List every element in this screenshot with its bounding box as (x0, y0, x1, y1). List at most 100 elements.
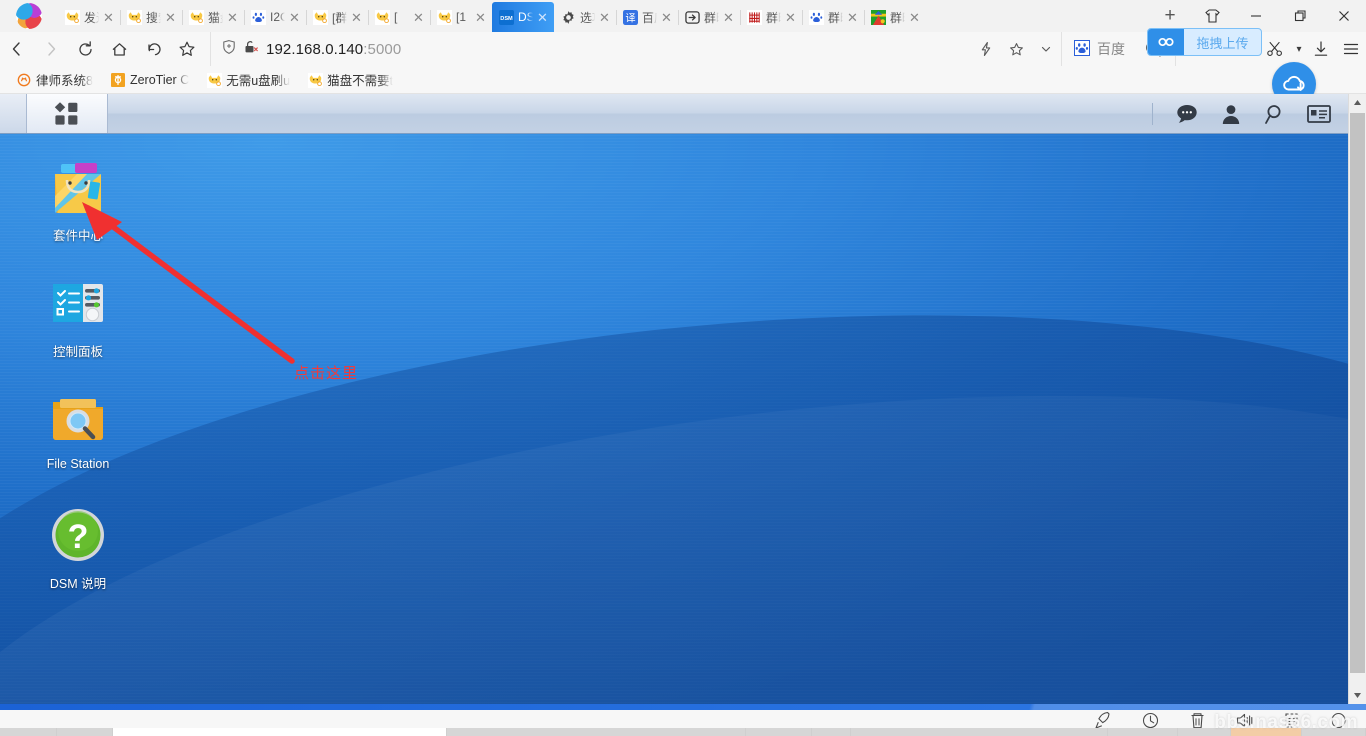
cat-yellow-icon (308, 72, 324, 88)
hamburger-menu-icon[interactable] (1336, 32, 1366, 66)
tab-title: [群 (332, 10, 347, 25)
tab-close-icon[interactable]: ✕ (475, 11, 488, 24)
tab-close-icon[interactable]: ✕ (289, 11, 302, 24)
taskbar-thumbnail[interactable] (0, 728, 57, 736)
search-icon[interactable] (1255, 94, 1295, 133)
download-icon[interactable] (1306, 32, 1336, 66)
tray-separator (1152, 102, 1153, 125)
browser-window: 发送✕搜索✕猫盘✕I2C✕[群✕[✕[1✕DSMDS✕选项✕译百度✕群晖✕群晖✕… (0, 0, 1366, 736)
user-account-icon[interactable] (1211, 94, 1251, 133)
dsm-icon: DSM (499, 9, 514, 25)
desktop-icon-package-center[interactable]: 套件中心 (18, 156, 138, 244)
omnibox-actions (971, 32, 1061, 66)
tab-list: 发送✕搜索✕猫盘✕I2C✕[群✕[✕[1✕DSMDS✕选项✕译百度✕群晖✕群晖✕… (58, 0, 1150, 32)
desktop-icon-file-station[interactable]: File Station (18, 388, 138, 471)
browser-tab[interactable]: 群晖 ✕ (740, 2, 802, 32)
star-icon[interactable] (170, 32, 204, 66)
tab-close-icon[interactable]: ✕ (537, 11, 550, 24)
browser-tab[interactable]: 发送 ✕ (58, 2, 120, 32)
chevron-down-icon[interactable] (1031, 32, 1061, 66)
browser-tab[interactable]: 群晖 ✕ (802, 2, 864, 32)
tab-close-icon[interactable]: ✕ (103, 11, 116, 24)
tab-close-icon[interactable]: ✕ (847, 11, 860, 24)
tab-close-icon[interactable]: ✕ (351, 11, 364, 24)
shield-icon (221, 39, 237, 60)
tab-title: [1 (456, 10, 467, 24)
search-box[interactable]: 百度 (1061, 32, 1131, 66)
tab-close-icon[interactable]: ✕ (227, 11, 240, 24)
tab-title: 选项 (580, 10, 595, 25)
browser-tab[interactable]: DSM DS ✕ (492, 2, 554, 32)
browser-tab[interactable]: 猫盘 ✕ (182, 2, 244, 32)
scroll-thumb[interactable] (1350, 113, 1365, 673)
taskbar-thumbnail[interactable] (447, 728, 746, 736)
scissors-icon[interactable] (1258, 32, 1292, 66)
browser-tab[interactable]: [✕ (368, 2, 430, 32)
browser-tab[interactable]: 搜索 ✕ (120, 2, 182, 32)
dsm-help-icon: ? (47, 504, 109, 566)
browser-logo-icon (16, 3, 42, 29)
dsm-taskbar-tray (1152, 94, 1339, 133)
desktop-icon-label: 套件中心 (52, 229, 103, 243)
browser-tab[interactable]: 选项 ✕ (554, 2, 616, 32)
bookmark-item[interactable]: 猫盘不需要t (299, 69, 402, 91)
browser-tab[interactable]: 群晖 ✕ (678, 2, 740, 32)
tab-title: 搜索 (146, 10, 161, 25)
taskbar-thumbnail[interactable] (745, 728, 813, 736)
star-outline-icon[interactable] (1001, 32, 1031, 66)
taskbar-thumbnail[interactable] (812, 728, 852, 736)
tab-title: 群晖 (704, 10, 719, 25)
desktop-icon-label: 控制面板 (52, 345, 103, 359)
address-bar[interactable]: 192.168.0.140:5000 (210, 32, 971, 66)
tab-close-icon[interactable]: ✕ (661, 11, 674, 24)
baidu-paw-icon (1074, 39, 1090, 59)
translate-icon: 译 (623, 9, 638, 25)
tab-close-icon[interactable]: ✕ (413, 11, 426, 24)
widgets-icon[interactable] (1299, 94, 1339, 133)
scroll-up-arrow-icon[interactable] (1349, 94, 1366, 111)
forward-icon[interactable] (34, 32, 68, 66)
home-icon[interactable] (102, 32, 136, 66)
desktop-icon-control-panel[interactable]: 控制面板 (18, 272, 138, 360)
desktop-icon-dsm-help[interactable]: ? DSM 说明 (18, 504, 138, 592)
notifications-icon[interactable] (1167, 94, 1207, 133)
bookmark-item[interactable]: 无需u盘刷u (198, 69, 299, 91)
tab-close-icon[interactable]: ✕ (165, 11, 178, 24)
browser-tab[interactable]: [群 ✕ (306, 2, 368, 32)
browser-tab[interactable]: I2C ✕ (244, 2, 306, 32)
scissors-caret-icon[interactable]: ▾ (1292, 32, 1306, 66)
address-bar-url[interactable]: 192.168.0.140:5000 (266, 41, 401, 58)
bookmarks-bar: 律师系统8 ZeroTier C 无需u盘刷u 猫盘不需要t (0, 66, 1366, 94)
lightning-icon[interactable] (971, 32, 1001, 66)
drag-upload-bubble[interactable]: 拖拽上传 (1147, 28, 1262, 56)
tab-close-icon[interactable]: ✕ (723, 11, 736, 24)
maximize-button[interactable] (1278, 0, 1322, 32)
cat-yellow-icon (127, 9, 142, 25)
taskbar-thumbnail[interactable] (851, 728, 1109, 736)
control-panel-icon (47, 272, 109, 334)
tab-title: 百度 (642, 10, 657, 25)
cat-yellow-icon (207, 72, 223, 88)
browser-tab[interactable]: 译百度 ✕ (616, 2, 678, 32)
main-menu-grid-icon[interactable] (27, 94, 108, 133)
taskbar-thumbnail[interactable] (1108, 728, 1179, 736)
undo-icon[interactable] (136, 32, 170, 66)
vertical-scrollbar[interactable] (1348, 94, 1366, 704)
tab-close-icon[interactable]: ✕ (785, 11, 798, 24)
scroll-down-arrow-icon[interactable] (1349, 687, 1366, 704)
taskbar-thumbnail[interactable] (113, 728, 448, 736)
back-icon[interactable] (0, 32, 34, 66)
close-button[interactable] (1322, 0, 1366, 32)
browser-tab[interactable]: 群晖 ✕ (864, 2, 926, 32)
tab-close-icon[interactable]: ✕ (909, 11, 922, 24)
lock-broken-icon[interactable] (243, 39, 259, 60)
bookmark-item[interactable]: 律师系统8 (8, 69, 102, 91)
tab-close-icon[interactable]: ✕ (599, 11, 612, 24)
svg-text:?: ? (68, 518, 89, 556)
taskbar-thumbnail[interactable] (56, 728, 114, 736)
browser-tab[interactable]: [1 ✕ (430, 2, 492, 32)
desktop-icon-label: DSM 说明 (49, 577, 107, 591)
bookmark-item[interactable]: ZeroTier C (102, 69, 198, 91)
reload-icon[interactable] (68, 32, 102, 66)
cat-yellow-icon (375, 9, 390, 25)
